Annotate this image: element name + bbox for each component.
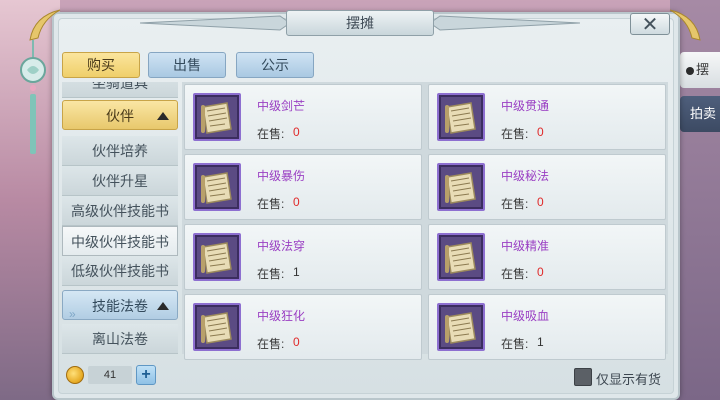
item-grid: 中级剑芒 在售: 0 中级贯通 在售: 0 中级暴伤 在售: 0 中级秘法 在售… bbox=[182, 82, 668, 360]
side-tab-auction-label: 拍卖 bbox=[690, 106, 717, 121]
scroll-icon bbox=[437, 233, 485, 281]
side-item-lishan-scroll[interactable]: 离山法卷 bbox=[62, 324, 178, 354]
item-stock-label: 在售: bbox=[501, 337, 529, 351]
side-category-partner[interactable]: 伙伴 bbox=[62, 100, 178, 130]
corner-ornament-right-icon bbox=[669, 9, 701, 41]
side-category-partner-label: 伙伴 bbox=[106, 108, 134, 124]
side-item-low-skill-book[interactable]: 低级伙伴技能书 bbox=[62, 256, 178, 286]
currency-value: 41 bbox=[88, 366, 132, 384]
pendant-ornament-icon bbox=[20, 40, 46, 154]
item-name: 中级吸血 bbox=[501, 309, 550, 323]
item-stock-value: 0 bbox=[537, 195, 544, 209]
item-name: 中级贯通 bbox=[501, 99, 550, 113]
add-currency-button[interactable]: + bbox=[136, 365, 156, 385]
side-item-mid-skill-book[interactable]: 中级伙伴技能书 bbox=[62, 226, 178, 256]
item-card[interactable]: 中级狂化 在售: 0 bbox=[184, 294, 422, 360]
item-stock-label: 在售: bbox=[501, 127, 529, 141]
side-item-high-skill-book[interactable]: 高级伙伴技能书 bbox=[62, 196, 178, 226]
item-name: 中级暴伤 bbox=[257, 169, 306, 183]
tab-buy[interactable]: 购买 bbox=[62, 52, 140, 78]
collapse-arrow-icon bbox=[157, 112, 169, 120]
item-name: 中级剑芒 bbox=[257, 99, 306, 113]
side-tab-auction[interactable]: 拍卖 bbox=[680, 96, 720, 132]
item-stock-value: 0 bbox=[293, 195, 300, 209]
item-stock-value: 0 bbox=[293, 125, 300, 139]
item-stock-value: 0 bbox=[537, 125, 544, 139]
item-stock-label: 在售: bbox=[501, 197, 529, 211]
side-item-partner-train[interactable]: 伙伴培养 bbox=[62, 136, 178, 166]
category-menu: 坐骑道具 伙伴 伙伴培养 伙伴升星 高级伙伴技能书 中级伙伴技能书 低级伙伴技能… bbox=[62, 82, 178, 354]
item-stock-value: 1 bbox=[537, 335, 544, 349]
tab-publicity[interactable]: 公示 bbox=[236, 52, 314, 78]
collapse-arrow-icon bbox=[157, 302, 169, 310]
scroll-icon bbox=[193, 303, 241, 351]
scroll-icon bbox=[193, 233, 241, 281]
in-stock-only-label[interactable]: 仅显示有货 bbox=[596, 369, 661, 388]
window-title: 摆摊 bbox=[286, 10, 434, 36]
item-stock-label: 在售: bbox=[257, 127, 285, 141]
scroll-icon bbox=[193, 163, 241, 211]
item-stock-label: 在售: bbox=[257, 267, 285, 281]
close-icon: ✕ bbox=[641, 13, 659, 36]
item-card[interactable]: 中级秘法 在售: 0 bbox=[428, 154, 666, 220]
side-item-partial[interactable]: 坐骑道具 bbox=[62, 82, 178, 98]
side-category-skill-scroll[interactable]: » 技能法卷 bbox=[62, 290, 178, 321]
scroll-icon bbox=[437, 93, 485, 141]
item-stock-label: 在售: bbox=[501, 267, 529, 281]
item-stock-value: 1 bbox=[293, 265, 300, 279]
scroll-icon bbox=[437, 163, 485, 211]
coin-icon bbox=[66, 366, 84, 384]
item-stock-label: 在售: bbox=[257, 197, 285, 211]
corner-ornament-left-icon bbox=[29, 9, 61, 41]
item-stock-label: 在售: bbox=[257, 337, 285, 351]
item-card[interactable]: 中级吸血 在售: 1 bbox=[428, 294, 666, 360]
item-card[interactable]: 中级法穿 在售: 1 bbox=[184, 224, 422, 290]
item-name: 中级精准 bbox=[501, 239, 550, 253]
item-name: 中级法穿 bbox=[257, 239, 306, 253]
in-stock-only-checkbox[interactable] bbox=[574, 368, 592, 386]
scroll-icon bbox=[193, 93, 241, 141]
item-name: 中级秘法 bbox=[501, 169, 550, 183]
close-button[interactable]: ✕ bbox=[630, 13, 670, 36]
side-tab-stall[interactable]: 摆摊 bbox=[680, 52, 720, 113]
tab-sell[interactable]: 出售 bbox=[148, 52, 226, 78]
item-stock-value: 0 bbox=[537, 265, 544, 279]
item-card[interactable]: 中级暴伤 在售: 0 bbox=[184, 154, 422, 220]
side-item-partner-star[interactable]: 伙伴升星 bbox=[62, 166, 178, 196]
item-name: 中级狂化 bbox=[257, 309, 306, 323]
tab-dot-icon bbox=[686, 66, 694, 75]
item-stock-value: 0 bbox=[293, 335, 300, 349]
title-wing-right-icon bbox=[430, 15, 580, 31]
item-card[interactable]: 中级剑芒 在售: 0 bbox=[184, 84, 422, 150]
title-wing-left-icon bbox=[140, 15, 290, 31]
scroll-icon bbox=[437, 303, 485, 351]
item-card[interactable]: 中级贯通 在售: 0 bbox=[428, 84, 666, 150]
side-category-skill-scroll-label: 技能法卷 bbox=[92, 298, 148, 314]
item-card[interactable]: 中级精准 在售: 0 bbox=[428, 224, 666, 290]
